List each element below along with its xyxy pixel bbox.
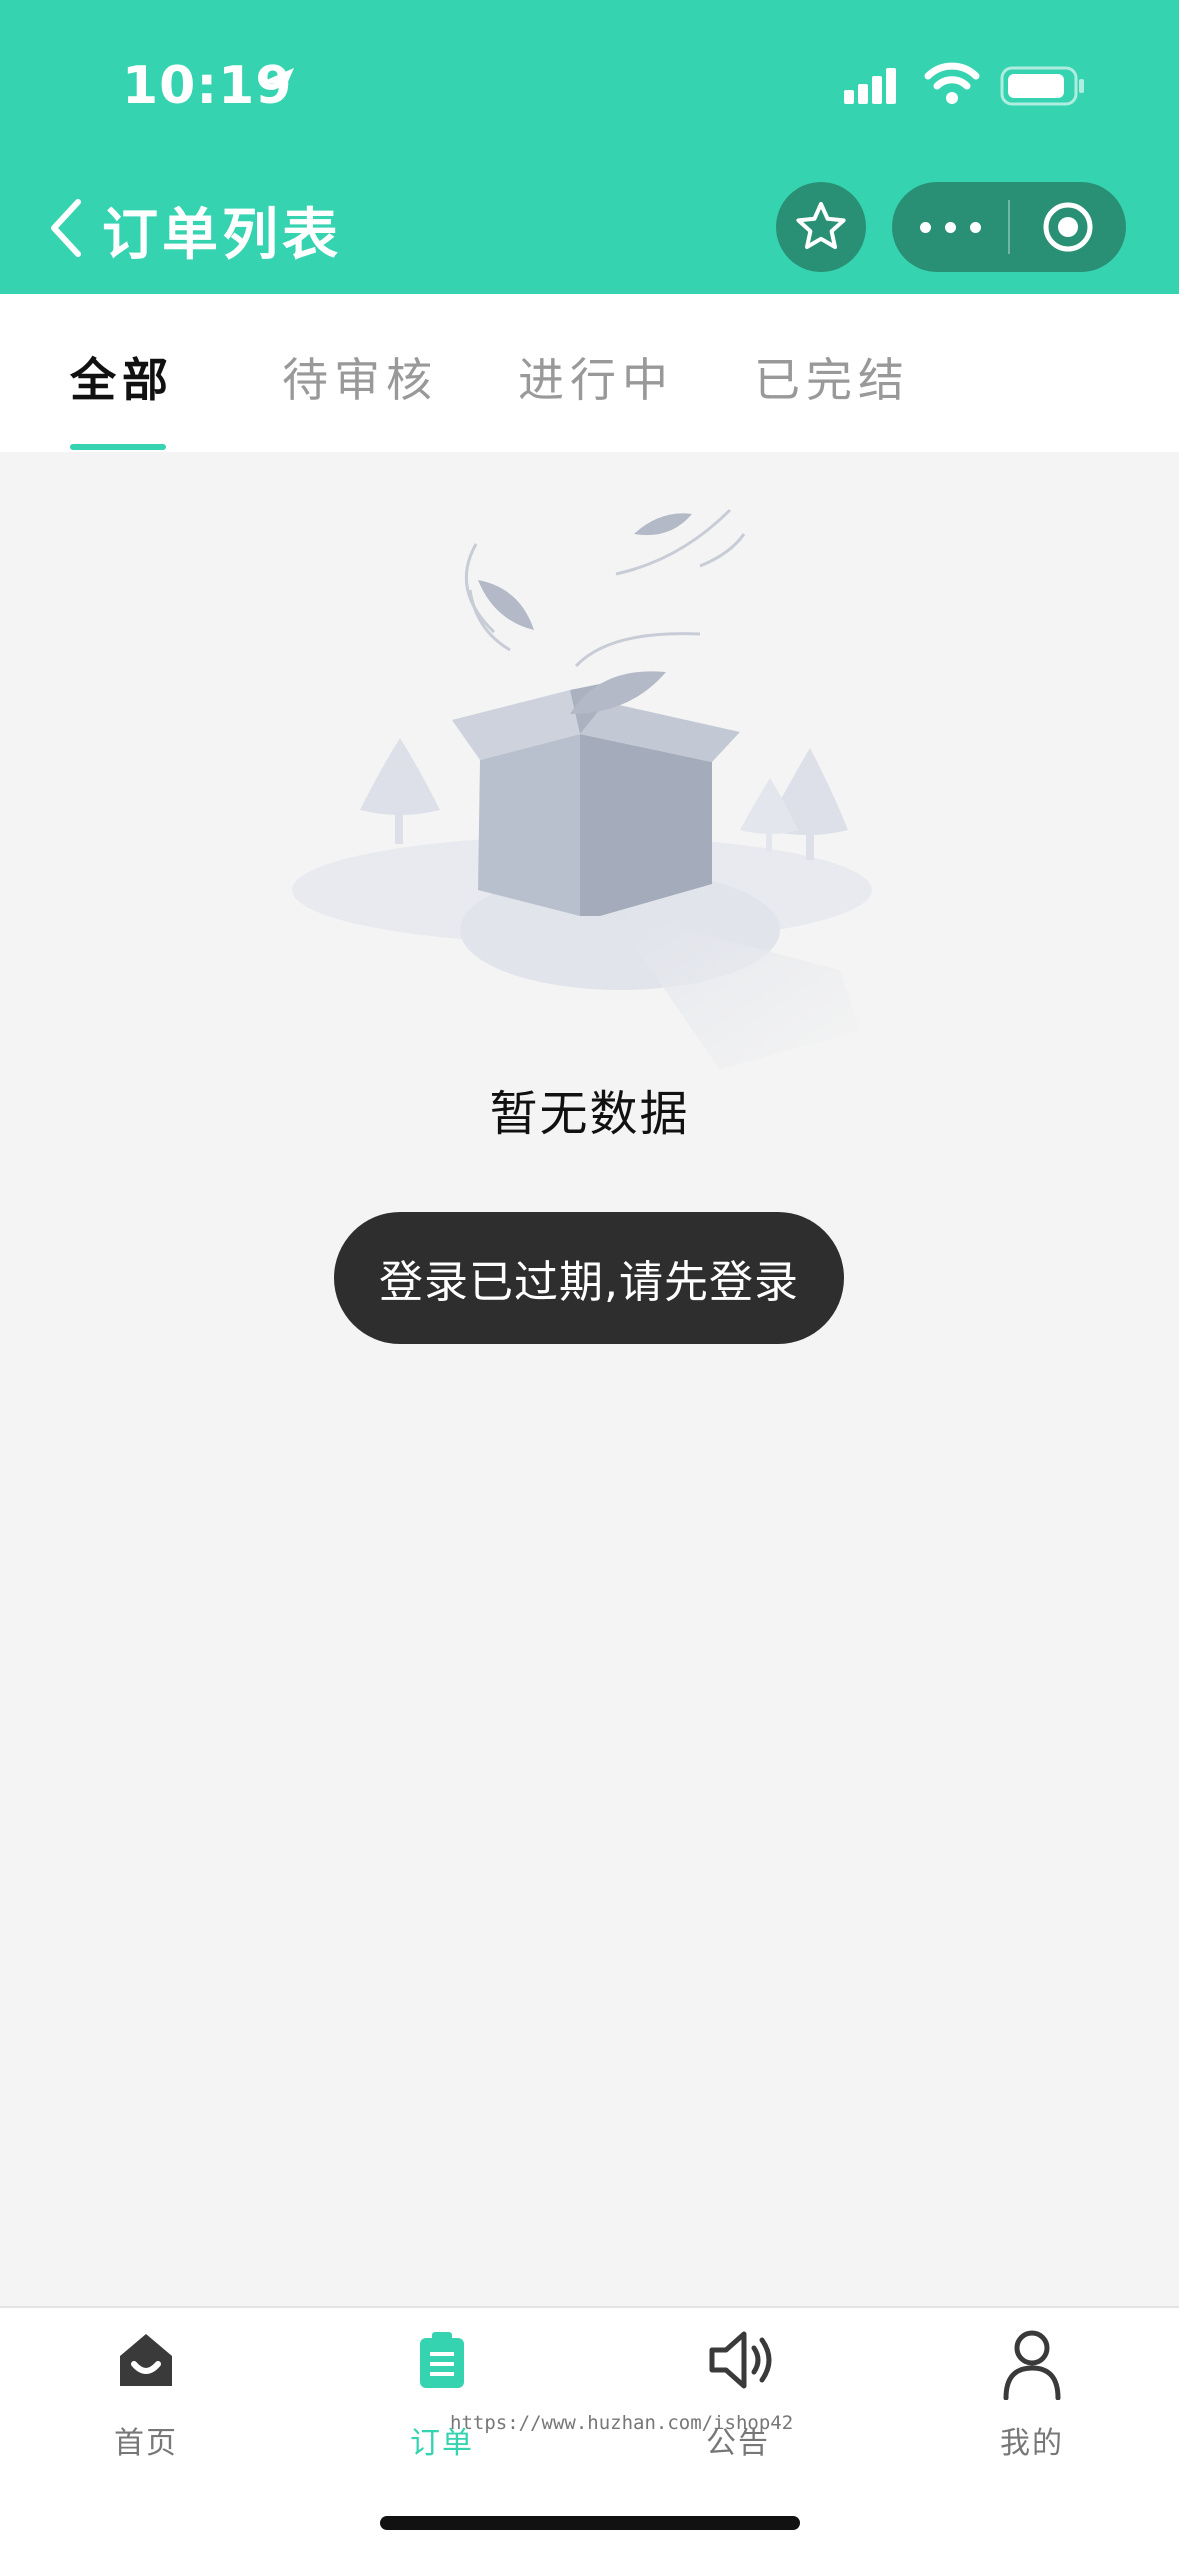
tabbar-announcements[interactable]: 公告 (648, 2308, 828, 2468)
miniprogram-capsule (892, 182, 1126, 272)
empty-state-text: 暂无数据 (489, 1086, 690, 1142)
battery-icon (1000, 66, 1084, 106)
target-circle-icon (1043, 202, 1093, 252)
wifi-icon (924, 62, 980, 104)
home-indicator[interactable] (380, 2516, 800, 2530)
tabbar-home[interactable]: 首页 (56, 2308, 236, 2468)
header: 10:19 订单列表 (0, 0, 1179, 294)
order-status-tabs: 全部 待审核 进行中 已完结 (0, 294, 1179, 452)
tab-in-progress[interactable]: 进行中 (518, 344, 674, 410)
location-arrow-icon (262, 68, 294, 100)
tab-all[interactable]: 全部 (70, 344, 174, 410)
close-miniprogram-button[interactable] (1010, 182, 1126, 272)
more-dot (944, 221, 956, 233)
tabbar-label-home: 首页 (114, 2426, 178, 2461)
back-chevron-icon[interactable] (46, 196, 86, 260)
home-icon (120, 2334, 172, 2386)
more-dot (969, 221, 981, 233)
toast-message: 登录已过期,请先登录 (334, 1212, 844, 1344)
order-icon (420, 2332, 464, 2388)
tabbar-label-mine: 我的 (1000, 2426, 1064, 2461)
tab-pending-review[interactable]: 待审核 (282, 344, 438, 410)
tabbar-mine[interactable]: 我的 (942, 2308, 1122, 2468)
signal-icon (844, 68, 896, 104)
speaker-icon (709, 2331, 772, 2389)
more-dots-icon (919, 221, 931, 233)
watermark-text: https://www.huzhan.com/ishop42 (450, 2412, 794, 2434)
tab-completed[interactable]: 已完结 (754, 344, 910, 410)
active-tab-indicator (70, 444, 166, 450)
empty-box-illustration (292, 508, 872, 1070)
star-icon (796, 202, 846, 249)
user-icon (1003, 2330, 1061, 2400)
tabbar-orders[interactable]: 订单 (352, 2308, 532, 2468)
favorite-button[interactable] (776, 182, 866, 272)
page-title: 订单列表 (102, 203, 342, 268)
more-button[interactable] (892, 182, 1008, 272)
